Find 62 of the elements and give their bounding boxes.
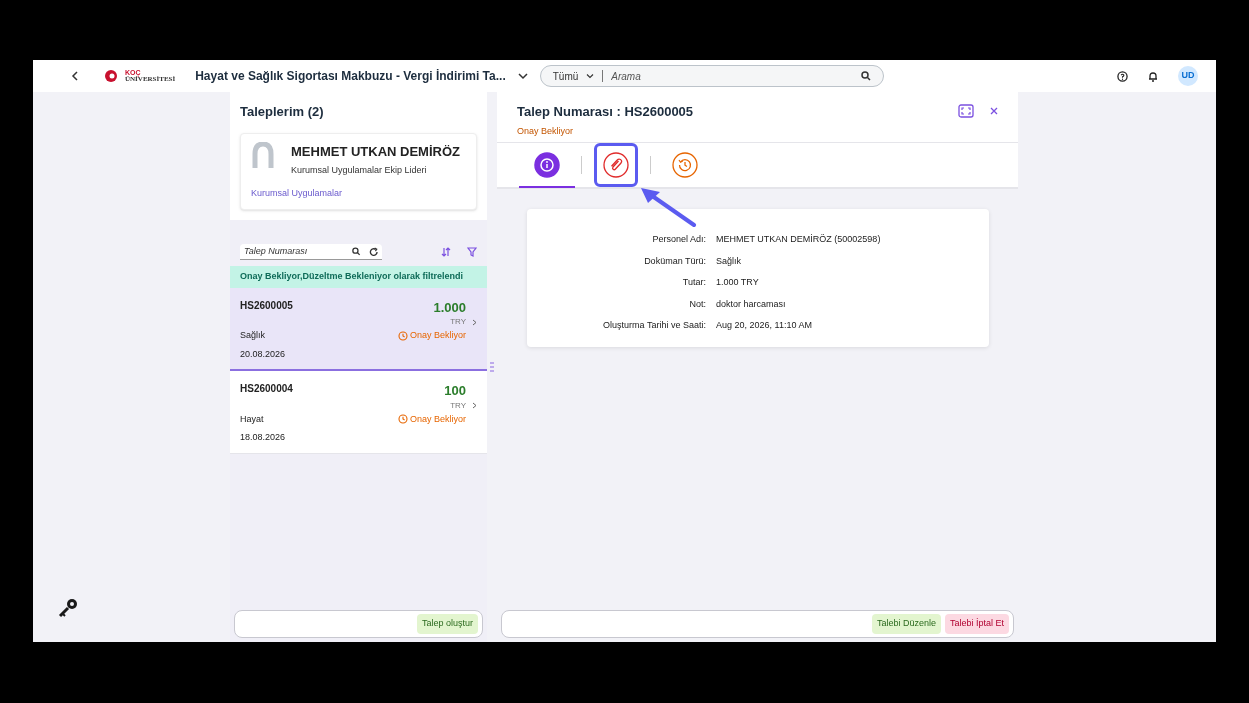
notification-icon[interactable] (1148, 70, 1158, 82)
panel-title: Taleplerim (2) (240, 103, 325, 121)
chevron-right-icon (472, 318, 477, 326)
status-text: Onay Bekliyor (409, 412, 466, 426)
request-number: HS2600004 (240, 382, 293, 396)
detail-title: Talep Numarası : HS2600005 (517, 103, 694, 121)
key-icon[interactable] (57, 597, 79, 619)
search-field[interactable]: Arama (611, 68, 861, 84)
fullscreen-icon[interactable] (958, 104, 974, 118)
field-label: Personel Adı: (651, 233, 707, 246)
create-request-button[interactable]: Talep oluştur (416, 614, 478, 634)
back-icon[interactable] (71, 71, 79, 81)
cancel-request-button[interactable]: Talebi İptal Et (944, 614, 1009, 634)
search-icon[interactable] (860, 71, 871, 81)
chevron-down-icon[interactable] (586, 73, 595, 79)
department-link[interactable]: Kurumsal Uygulamalar (251, 186, 466, 200)
info-icon (534, 152, 560, 178)
request-type: Sağlık (240, 329, 265, 342)
field-value: doktor harcaması (716, 297, 786, 311)
chevron-right-icon (472, 402, 477, 410)
app-title: Hayat ve Sağlık Sigortası Makbuzu - Vergi İndirimi Ta... (195, 68, 506, 85)
history-icon (672, 152, 698, 178)
field-label: Tutar: (681, 276, 707, 289)
request-search-field[interactable]: Talep Numarası (244, 244, 344, 259)
field-label: Not: (688, 297, 707, 311)
request-date: 18.08.2026 (240, 431, 287, 444)
currency-text: TRY (450, 400, 466, 410)
resize-handle-icon[interactable] (490, 362, 494, 372)
help-icon[interactable] (1117, 70, 1128, 82)
user-avatar[interactable]: UD (1178, 66, 1198, 86)
close-icon[interactable] (990, 107, 998, 115)
pointer-arrow (638, 187, 698, 227)
clock-icon (397, 414, 408, 425)
field-value: Aug 20, 2026, 11:10 AM (716, 319, 812, 332)
request-item[interactable]: HS2600005 1.000 TRY Sağlık Onay Bekliyor 20.08.2026 (230, 287, 487, 371)
request-amount: 1.000 (433, 298, 466, 317)
field-value: MEHMET UTKAN DEMİRÖZ (50002598) (716, 233, 881, 246)
status-text: Onay Bekliyor (409, 329, 466, 342)
filter-banner: Onay Bekliyor,Düzeltme Bekleniyor olarak filtrelendi (230, 266, 487, 288)
paperclip-icon (603, 152, 629, 178)
edit-request-button[interactable]: Talebi Düzenle (871, 614, 941, 634)
profile-name: MEHMET UTKAN DEMİRÖZ (291, 142, 460, 161)
field-label: Oluşturma Tarihi ve Saati: (602, 319, 707, 332)
field-label: Doküman Türü: (643, 254, 707, 268)
request-amount: 100 (444, 382, 466, 400)
request-date: 20.08.2026 (240, 347, 287, 361)
sort-icon[interactable] (441, 247, 451, 257)
field-value: 1.000 TRY (716, 276, 759, 289)
request-item[interactable]: HS2600004 100 TRY Hayat Onay Bekliyor 18.08.2026 (230, 371, 487, 454)
filter-icon[interactable] (467, 247, 477, 257)
search-icon[interactable] (352, 247, 361, 256)
chevron-down-icon[interactable] (517, 72, 528, 80)
currency-text: TRY (450, 317, 466, 326)
field-value: Sağlık (716, 254, 741, 268)
status-text: Onay Bekliyor (517, 124, 575, 138)
refresh-icon[interactable] (368, 246, 378, 257)
search-box[interactable]: Talep Numarası (240, 244, 382, 260)
request-type: Hayat (240, 412, 264, 426)
clock-icon (397, 330, 408, 341)
request-number: HS2600005 (240, 298, 293, 313)
search-bar[interactable]: Tümü Arama (539, 65, 884, 87)
profile-role: Kurumsal Uygulamalar Ekip Lideri (291, 164, 428, 177)
